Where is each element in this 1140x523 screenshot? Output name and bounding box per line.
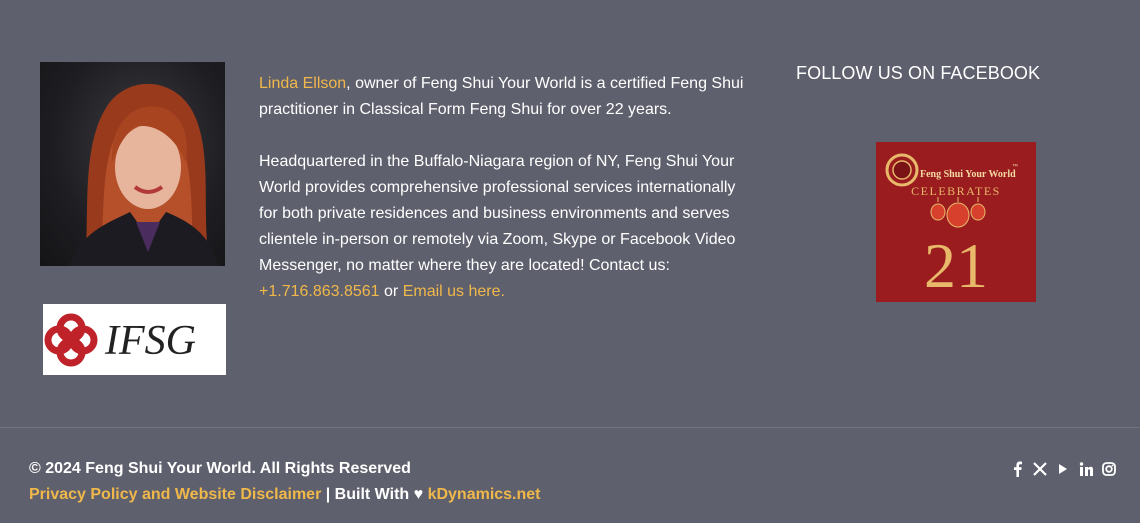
bio-intro: Linda Ellson, owner of Feng Shui Your Wo… (259, 71, 749, 123)
privacy-policy-link[interactable]: Privacy Policy and Website Disclaimer (29, 486, 321, 503)
youtube-icon[interactable] (1056, 460, 1070, 478)
bio-block: Linda Ellson, owner of Feng Shui Your Wo… (259, 71, 749, 331)
phone-link[interactable]: +1.716.863.8561 (259, 283, 380, 300)
owner-photo (40, 62, 225, 266)
ifsg-logo-text: IFSG (104, 318, 196, 364)
facebook-badge-image[interactable]: Feng Shui Your World ™ CELEBRATES 21 (876, 142, 1036, 302)
social-icons (1010, 460, 1116, 478)
or-text: or (379, 283, 403, 300)
x-icon[interactable] (1033, 460, 1047, 478)
built-with-text: | Built With ♥ (321, 486, 428, 503)
email-link[interactable]: Email us here. (403, 283, 505, 300)
badge-number-text: 21 (924, 230, 988, 301)
copyright-text: © 2024 Feng Shui Your World. All Rights … (29, 460, 411, 477)
facebook-icon[interactable] (1010, 460, 1024, 478)
badge-celebrates-text: CELEBRATES (911, 184, 1001, 198)
bio-hq-text: Headquartered in the Buffalo-Niagara reg… (259, 153, 736, 274)
footer-divider (0, 427, 1140, 428)
footer-top: IFSG Linda Ellson, owner of Feng Shui Yo… (0, 0, 1140, 427)
instagram-icon[interactable] (1102, 460, 1116, 478)
badge-brand-text: Feng Shui Your World (920, 169, 1016, 180)
kdynamics-link[interactable]: kDynamics.net (428, 486, 541, 503)
owner-name-link[interactable]: Linda Ellson (259, 75, 346, 92)
linkedin-icon[interactable] (1079, 460, 1093, 478)
ifsg-logo: IFSG (43, 304, 226, 375)
facebook-heading: FOLLOW US ON FACEBOOK (796, 63, 1041, 83)
bio-hq: Headquartered in the Buffalo-Niagara reg… (259, 149, 749, 305)
badge-tm-text: ™ (1012, 163, 1018, 170)
footer-links: Privacy Policy and Website Disclaimer | … (29, 486, 541, 504)
